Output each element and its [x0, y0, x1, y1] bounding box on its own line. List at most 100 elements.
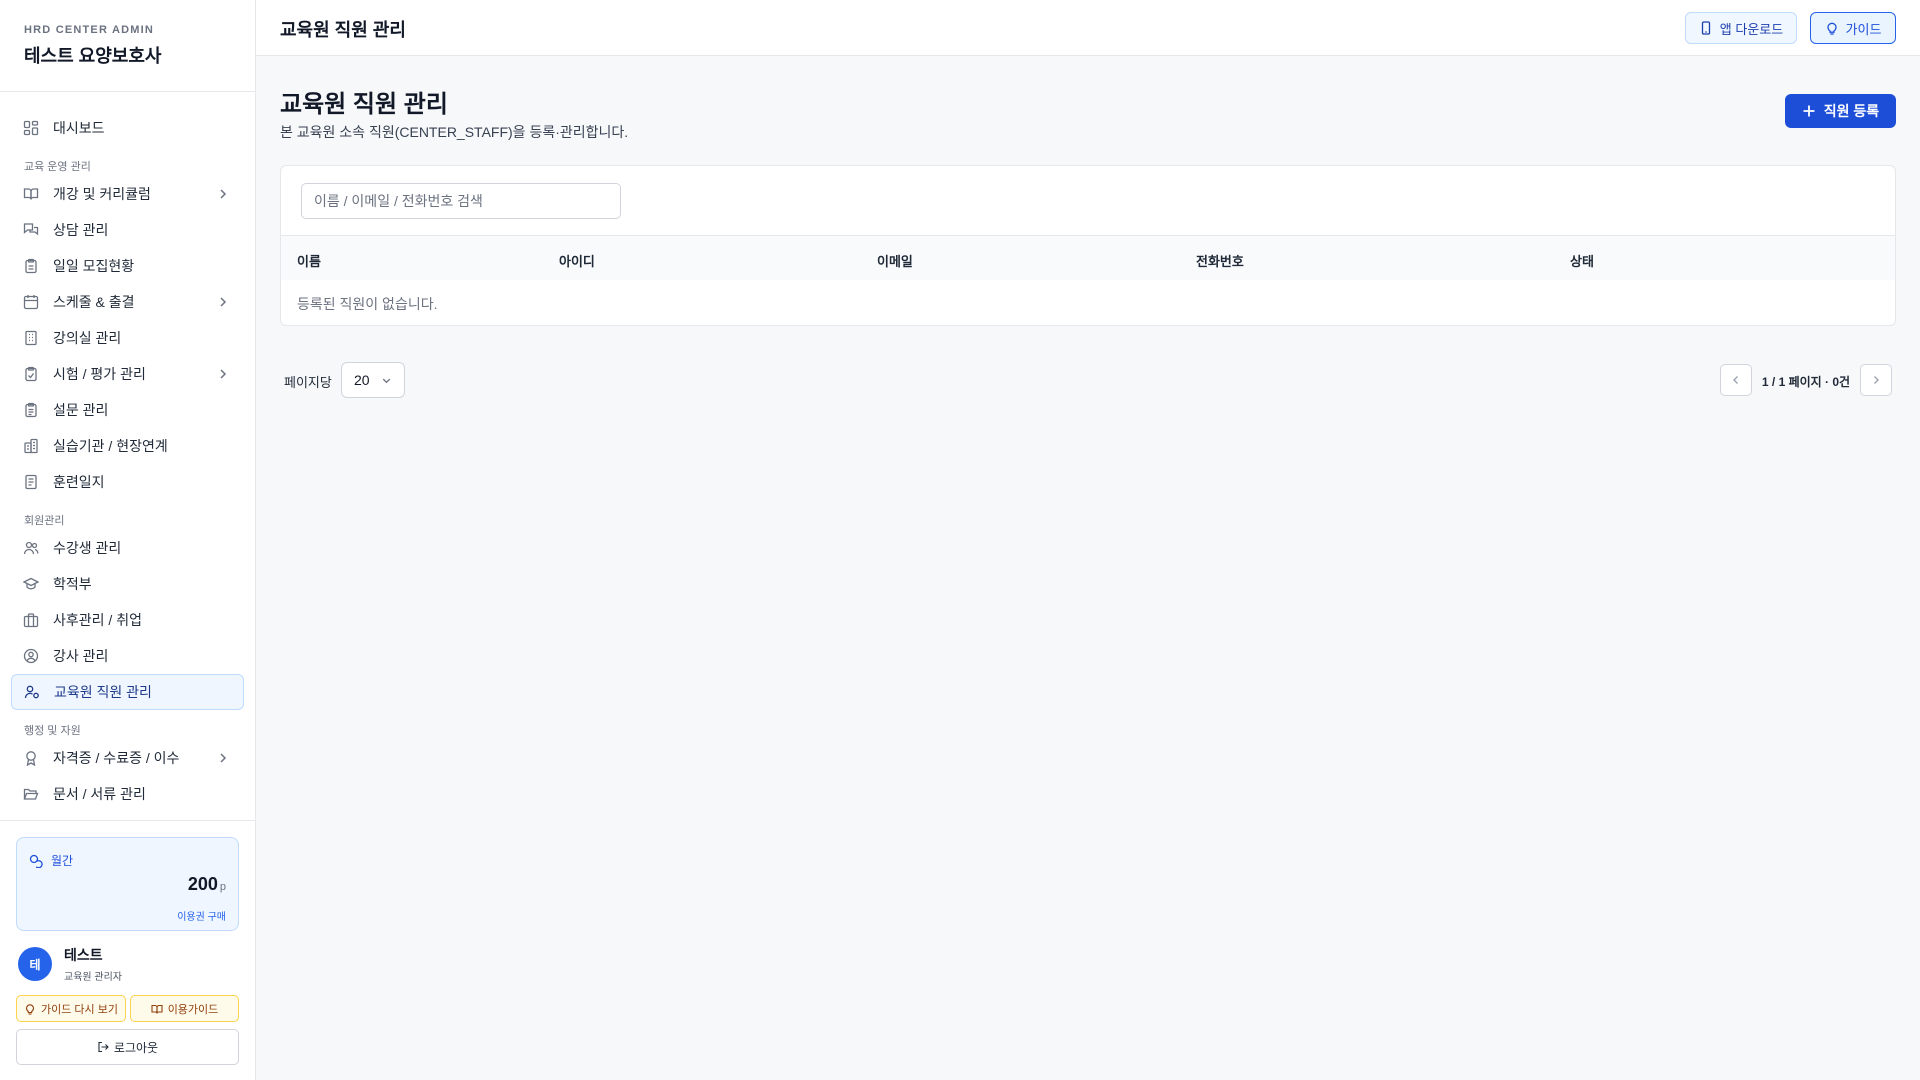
- sidebar-footer: 월간 200 p 이용권 구매 테 테스트 교육원 관리자 가이드 다시 보기 이…: [0, 820, 255, 1080]
- guide-again-button[interactable]: 가이드 다시 보기: [16, 995, 126, 1022]
- briefcase-icon: [23, 612, 39, 628]
- plan-card: 월간 200 p 이용권 구매: [16, 837, 239, 931]
- per-page-label: 페이지당: [284, 375, 332, 390]
- user-cog-icon: [24, 684, 40, 700]
- brand: HRD CENTER ADMIN 테스트 요양보호사: [0, 0, 255, 92]
- guide-button[interactable]: 가이드: [1810, 12, 1896, 44]
- sidebar-item-recruit[interactable]: 일일 모집현황: [11, 248, 244, 284]
- per-page-select[interactable]: 20: [341, 362, 405, 398]
- column-header-id: 아이디: [559, 254, 595, 269]
- per-page-value: 20: [354, 372, 370, 388]
- clipboard-icon: [23, 258, 39, 274]
- user-name: 테스트: [64, 947, 103, 963]
- user-role: 교육원 관리자: [64, 972, 122, 983]
- sidebar-item-label: 상담 관리: [53, 222, 109, 238]
- sidebar-item-counsel[interactable]: 상담 관리: [11, 212, 244, 248]
- sidebar-item-dashboard[interactable]: 대시보드: [11, 110, 244, 146]
- sidebar-item-instructors[interactable]: 강사 관리: [11, 638, 244, 674]
- sidebar-item-label: 자격증 / 수료증 / 이수: [53, 750, 180, 766]
- sidebar: HRD CENTER ADMIN 테스트 요양보호사 대시보드 교육 운영 관리…: [0, 0, 256, 1080]
- add-staff-label: 직원 등록: [1823, 103, 1880, 119]
- guide-label: 가이드: [1845, 21, 1882, 37]
- sidebar-item-staff[interactable]: 교육원 직원 관리: [11, 674, 244, 710]
- sidebar-item-schedule[interactable]: 스케줄 & 출결: [11, 284, 244, 320]
- smartphone-icon: [1701, 21, 1710, 35]
- logout-label: 로그아웃: [113, 1040, 159, 1055]
- chat-bubbles-icon: [23, 222, 39, 238]
- page-description: 본 교육원 소속 직원(CENTER_STAFF)을 등록·관리합니다.: [280, 124, 629, 140]
- sidebar-item-exam[interactable]: 시험 / 평가 관리: [11, 356, 244, 392]
- sidebar-item-practice[interactable]: 실습기관 / 현장연계: [11, 428, 244, 464]
- folder-open-icon: [23, 786, 39, 802]
- sidebar-item-label: 강의실 관리: [53, 330, 122, 346]
- chevron-left-icon: [1733, 376, 1738, 384]
- app-download-label: 앱 다운로드: [1719, 21, 1784, 37]
- sidebar-item-label: 설문 관리: [53, 402, 109, 418]
- app-download-button[interactable]: 앱 다운로드: [1685, 12, 1797, 44]
- sidebar-item-aftercare[interactable]: 사후관리 / 취업: [11, 602, 244, 638]
- next-page-button[interactable]: [1860, 364, 1892, 396]
- users-icon: [23, 540, 39, 556]
- sidebar-item-label: 문서 / 서류 관리: [53, 786, 146, 802]
- column-header-phone: 전화번호: [1196, 254, 1244, 269]
- sidebar-item-students[interactable]: 수강생 관리: [11, 530, 244, 566]
- chevron-right-icon: [220, 753, 227, 763]
- sidebar-item-label: 일일 모집현황: [53, 258, 135, 274]
- sidebar-item-label: 수강생 관리: [53, 540, 122, 556]
- sidebar-item-label: 강사 관리: [53, 648, 109, 664]
- book-icon: [151, 1004, 163, 1014]
- previous-page-button[interactable]: [1720, 364, 1752, 396]
- sidebar-item-label: 실습기관 / 현장연계: [53, 438, 168, 454]
- empty-table-message: 등록된 직원이 없습니다.: [297, 296, 438, 312]
- plan-label-text: 월간: [51, 854, 74, 868]
- top-bar: 교육원 직원 관리 앱 다운로드 가이드: [256, 0, 1920, 56]
- clipboard-check-icon: [23, 366, 39, 382]
- usage-guide-label: 이용가이드: [167, 1003, 219, 1016]
- award-icon: [23, 750, 39, 766]
- plan-amount: 200 p: [188, 874, 226, 895]
- nav-section-members: 회원관리: [24, 515, 65, 527]
- sidebar-item-certificates[interactable]: 자격증 / 수료증 / 이수: [11, 740, 244, 776]
- calendar-icon: [23, 294, 39, 310]
- clipboard-list-icon: [23, 402, 39, 418]
- column-header-status: 상태: [1570, 254, 1594, 269]
- book-open-icon: [23, 186, 39, 202]
- page-title: 교육원 직원 관리: [280, 91, 448, 118]
- brand-eyebrow: HRD CENTER ADMIN: [24, 24, 155, 36]
- coins-icon: [29, 854, 43, 868]
- logout-button[interactable]: 로그아웃: [16, 1029, 239, 1065]
- usage-guide-button[interactable]: 이용가이드: [130, 995, 239, 1022]
- plan-amount-value: 200: [187, 874, 218, 894]
- graduation-cap-icon: [23, 576, 39, 592]
- nav-section-ops: 교육 운영 관리: [24, 161, 91, 173]
- search-input[interactable]: [301, 183, 621, 219]
- building-icon: [23, 330, 39, 346]
- document-icon: [23, 474, 39, 490]
- guide-again-label: 가이드 다시 보기: [41, 1003, 118, 1016]
- lightbulb-icon: [25, 1003, 35, 1015]
- sidebar-item-label: 훈련일지: [53, 474, 105, 490]
- sidebar-item-label: 개강 및 커리큘럼: [53, 186, 151, 202]
- avatar: 테: [18, 947, 52, 981]
- sidebar-item-classroom[interactable]: 강의실 관리: [11, 320, 244, 356]
- logout-icon: [98, 1041, 109, 1053]
- plan-amount-unit: p: [219, 881, 226, 893]
- brand-title: 테스트 요양보호사: [24, 46, 162, 66]
- table-header: 이름 아이디 이메일 전화번호 상태: [281, 235, 1895, 280]
- chevron-down-icon: [382, 378, 391, 384]
- office-building-icon: [23, 438, 39, 454]
- sidebar-item-label: 스케줄 & 출결: [53, 294, 135, 310]
- nav-section-admin: 행정 및 자원: [24, 725, 81, 737]
- sidebar-item-curriculum[interactable]: 개강 및 커리큘럼: [11, 176, 244, 212]
- sidebar-item-label: 교육원 직원 관리: [54, 684, 152, 700]
- sidebar-item-documents[interactable]: 문서 / 서류 관리: [11, 776, 244, 812]
- sidebar-nav: 대시보드 교육 운영 관리 개강 및 커리큘럼 상담 관리 일일 모집현황 스케…: [0, 92, 255, 820]
- chevron-right-icon: [220, 369, 227, 379]
- add-staff-button[interactable]: 직원 등록: [1785, 94, 1896, 128]
- buy-pass-link[interactable]: 이용권 구매: [177, 908, 226, 923]
- topbar-title: 교육원 직원 관리: [280, 20, 406, 40]
- sidebar-item-survey[interactable]: 설문 관리: [11, 392, 244, 428]
- sidebar-item-registry[interactable]: 학적부: [11, 566, 244, 602]
- sidebar-item-journal[interactable]: 훈련일지: [11, 464, 244, 500]
- pagination-info: 1 / 1 페이지 · 0건: [1761, 375, 1851, 389]
